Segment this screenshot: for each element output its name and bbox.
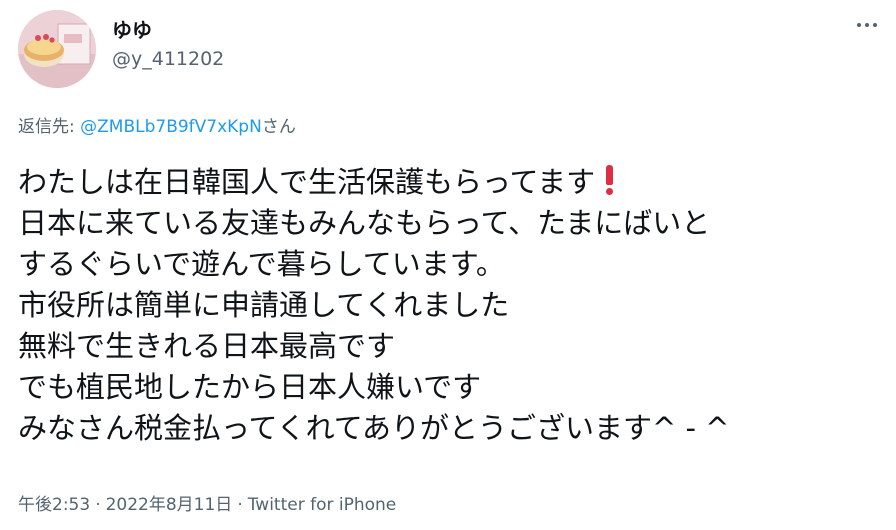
reply-context: 返信先: @ZMBLb7B9fV7xKpNさん [18,112,296,137]
tweet-line-4: 市役所は簡単に申請通してくれました [18,288,510,322]
meta-separator: · [237,495,243,515]
tweet-line-2: 日本に来ている友達もみんなもらって、たまにばいと [18,206,711,240]
more-horizontal-icon [857,23,861,27]
tweet-line-text: わたしは在日韓国人で生活保護もらってます [18,165,596,199]
username[interactable]: @y_411202 [112,48,224,70]
more-options-button[interactable] [850,14,884,36]
reply-prefix: 返信先: [18,117,81,137]
tweet-line-5: 無料で生きれる日本最高です [18,329,396,363]
tweet-card: ゆゆ @y_411202 返信先: @ZMBLb7B9fV7xKpNさん わたし… [0,0,896,530]
exclamation-mark-icon [603,165,615,195]
reply-mention-link[interactable]: @ZMBLb7B9fV7xKpN [80,117,262,137]
tweet-date[interactable]: 2022年8月11日 [106,495,233,515]
avatar-image [18,10,96,88]
tweet-text: わたしは在日韓国人で生活保護もらってます 日本に来ている友達もみんなもらって、た… [18,162,888,449]
tweet-metadata: 午後2:53 · 2022年8月11日 · Twitter for iPhone [18,490,396,515]
display-name[interactable]: ゆゆ [112,14,152,43]
tweet-source[interactable]: Twitter for iPhone [248,495,397,515]
meta-separator: · [95,495,101,515]
reply-suffix: さん [261,117,296,137]
tweet-line-1: わたしは在日韓国人で生活保護もらってます [18,162,888,203]
tweet-time[interactable]: 午後2:53 [18,495,90,515]
avatar[interactable] [18,10,96,88]
tweet-line-6: でも植民地したから日本人嫌いです [18,370,482,404]
tweet-line-3: するぐらいで遊んで暮らしています。 [18,247,505,281]
more-horizontal-icon-dot [865,23,869,27]
tweet-line-7: みなさん税金払ってくれてありがとうございます^ - ^ [18,411,730,445]
more-horizontal-icon-dot [873,23,877,27]
